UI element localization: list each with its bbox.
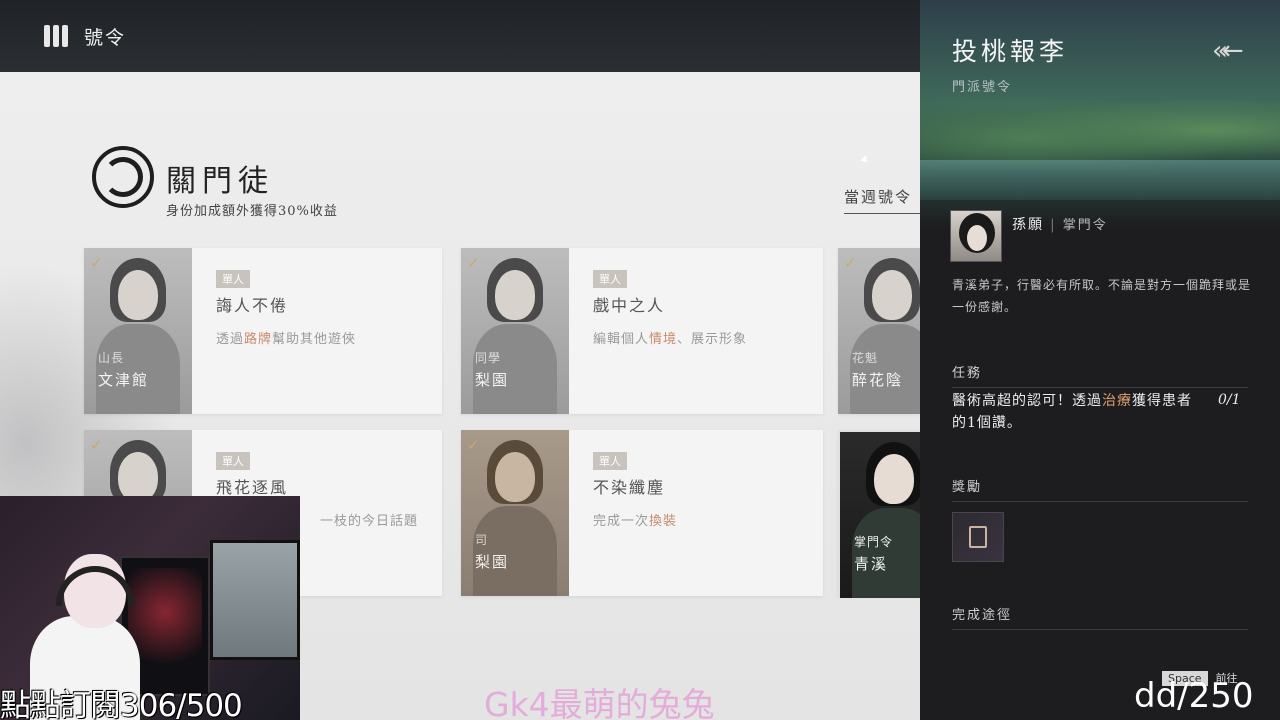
npc-title: 花魁 — [852, 351, 879, 365]
completed-check-icon: ✓ — [844, 254, 857, 272]
order-detail-panel: 投桃報李 門派號令 «← 孫願 | 掌門令 青溪弟子，行醫必有所取。不論是對方一個跪… — [920, 0, 1280, 720]
task-description: 醫術高超的認可！透過治療獲得患者的1個讚。 — [952, 393, 1192, 431]
npc-portrait: ✓ 同學 梨園 — [461, 248, 569, 414]
order-card[interactable]: ✓ 同學 梨園 單人 戲中之人 編輯個人情境、展示形象 — [461, 248, 823, 414]
sect-title: 關門徒 — [166, 164, 274, 199]
route-section-label: 完成途徑 — [952, 604, 1248, 630]
subscriber-goal-text: 點點訂閱306/500 — [0, 688, 243, 720]
weekly-orders-tab[interactable]: 當週號令 — [844, 186, 920, 214]
order-desc: 一枝的今日話題 — [320, 514, 419, 529]
order-desc: 透過路牌幫助其他遊俠 — [216, 332, 357, 347]
npc-title: 司 — [475, 533, 489, 547]
order-desc: 完成一次換裝 — [593, 514, 678, 529]
order-name: 飛花逐風 — [216, 478, 289, 497]
streamer-name-text: Gk4最萌的兔兔 — [484, 685, 715, 720]
npc-portrait: ✓ 花魁 醉花陰 — [838, 248, 920, 414]
npc-location: 青溪 — [854, 555, 889, 573]
npc-title: 山長 — [98, 351, 125, 365]
top-bar: 號令 — [0, 0, 920, 72]
order-card[interactable]: ✓ 山長 文津館 單人 誨人不倦 透過路牌幫助其他遊俠 — [84, 248, 442, 414]
order-card[interactable]: ✓ 司 梨園 單人 不染纖塵 完成一次換裝 — [461, 430, 823, 596]
completed-check-icon: ✓ — [90, 436, 103, 454]
task-progress: 0/1 — [1218, 392, 1241, 408]
order-name: 戲中之人 — [593, 296, 666, 315]
npc-title: 同學 — [475, 351, 502, 365]
mouse-cursor-icon — [860, 155, 870, 165]
reward-item[interactable] — [952, 512, 1004, 562]
sect-emblem-icon — [92, 146, 154, 208]
sect-subtitle: 身份加成額外獲得30%收益 — [166, 204, 338, 219]
task-section-label: 任務 — [952, 362, 1248, 388]
npc-avatar — [950, 210, 1002, 262]
npc-location: 梨園 — [475, 553, 510, 571]
mode-tag: 單人 — [593, 270, 627, 288]
order-card-selected[interactable]: 掌門令 青溪 — [838, 430, 920, 598]
npc-location: 醉花陰 — [852, 371, 904, 389]
npc-role: 掌門令 — [1062, 218, 1108, 233]
order-name: 誨人不倦 — [216, 296, 289, 315]
order-card[interactable]: ✓ 花魁 醉花陰 — [838, 248, 920, 414]
completed-check-icon: ✓ — [467, 436, 480, 454]
npc-portrait: 掌門令 青溪 — [840, 432, 920, 598]
npc-info: 孫願 | 掌門令 — [1012, 217, 1108, 233]
mode-tag: 單人 — [216, 452, 250, 470]
npc-location: 梨園 — [475, 371, 510, 389]
scroll-icon — [969, 526, 987, 548]
completed-check-icon: ✓ — [90, 254, 103, 272]
npc-portrait: ✓ 山長 文津館 — [84, 248, 192, 414]
order-title: 投桃報李 — [952, 37, 1069, 66]
page-title: 號令 — [84, 26, 127, 49]
order-story: 青溪弟子，行醫必有所取。不論是對方一個跪拜或是一份感謝。 — [952, 278, 1252, 314]
reward-section-label: 獎勵 — [952, 476, 1248, 502]
mode-tag: 單人 — [216, 270, 250, 288]
npc-location: 文津館 — [98, 371, 150, 389]
back-arrow-icon[interactable]: «← — [1212, 36, 1244, 66]
order-name: 不染纖塵 — [593, 478, 666, 497]
donation-goal-text: dd/250 — [1134, 676, 1254, 716]
mode-tag: 單人 — [593, 452, 627, 470]
npc-portrait: ✓ 司 梨園 — [461, 430, 569, 596]
npc-title: 掌門令 — [854, 535, 894, 549]
completed-check-icon: ✓ — [467, 254, 480, 272]
npc-name: 孫願 — [1012, 217, 1044, 233]
order-category: 門派號令 — [952, 80, 1013, 95]
order-desc: 編輯個人情境、展示形象 — [593, 332, 748, 347]
menu-book-icon[interactable] — [44, 25, 68, 47]
